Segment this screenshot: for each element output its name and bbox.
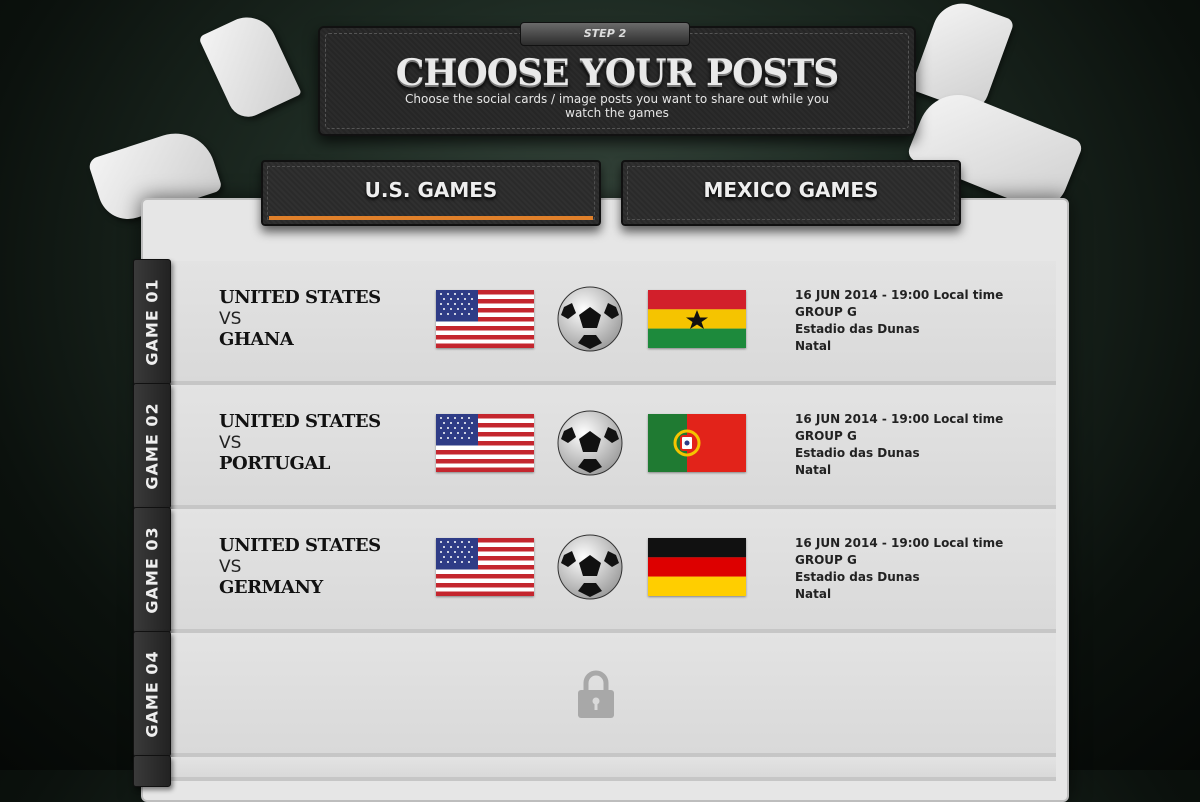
game-tab: GAME 02 [133, 383, 171, 509]
game-row-03[interactable]: GAME 03 UNITED STATES VS GERMANY 16 JUN … [133, 507, 1056, 633]
match-group: GROUP G [795, 429, 857, 443]
match-city: Natal [795, 339, 832, 353]
tab-label: U.S. GAMES [364, 178, 498, 202]
soccer-ball-icon [557, 534, 623, 600]
team-away: PORTUGAL [219, 453, 330, 474]
game-row-01[interactable]: GAME 01 UNITED STATES VS GHANA 16 JUN 20… [133, 259, 1056, 385]
game-tab: GAME 03 [133, 507, 171, 633]
vs-label: VS [219, 557, 242, 577]
team-home: UNITED STATES [219, 411, 381, 432]
page-title: CHOOSE YOUR POSTS [395, 52, 839, 94]
match-stadium: Estadio das Dunas [795, 322, 920, 336]
ghana-flag-icon [648, 290, 746, 348]
vs-label: VS [219, 309, 242, 329]
tab-mexico-games[interactable]: MEXICO GAMES [621, 160, 961, 226]
usa-flag-icon [436, 290, 534, 348]
team-home: UNITED STATES [219, 287, 381, 308]
match-city: Natal [795, 463, 832, 477]
germany-flag-icon [648, 538, 746, 596]
soccer-ball-icon [557, 286, 623, 352]
usa-flag-icon [436, 414, 534, 472]
soccer-ball-icon [557, 410, 623, 476]
match-teams: UNITED STATES VS GHANA [219, 287, 381, 351]
game-row-04-locked: GAME 04 [133, 631, 1056, 757]
game-tab: GAME 04 [133, 631, 171, 757]
game-tab [133, 755, 171, 787]
usa-flag-icon [436, 538, 534, 596]
match-teams: UNITED STATES VS PORTUGAL [219, 411, 381, 475]
vs-label: VS [219, 433, 242, 453]
step-badge: STEP 2 [520, 22, 690, 46]
header-panel: STEP 2 CHOOSE YOUR POSTS Choose the soci… [318, 22, 916, 136]
match-stadium: Estadio das Dunas [795, 446, 920, 460]
match-group: GROUP G [795, 305, 857, 319]
paper-decoration [198, 7, 302, 124]
match-info: 16 JUN 2014 - 19:00 Local time GROUP G E… [795, 287, 1003, 355]
game-tab: GAME 01 [133, 259, 171, 385]
team-away: GHANA [219, 329, 294, 350]
match-stadium: Estadio das Dunas [795, 570, 920, 584]
match-date: 16 JUN 2014 - 19:00 Local time [795, 288, 1004, 302]
match-date: 16 JUN 2014 - 19:00 Local time [795, 536, 1004, 550]
match-info: 16 JUN 2014 - 19:00 Local time GROUP G E… [795, 535, 1003, 603]
active-tab-indicator [269, 216, 593, 220]
game-row-05 [133, 755, 1056, 787]
team-away: GERMANY [219, 577, 323, 598]
match-group: GROUP G [795, 553, 857, 567]
page-subtitle: Choose the social cards / image posts yo… [405, 92, 829, 120]
match-city: Natal [795, 587, 832, 601]
match-info: 16 JUN 2014 - 19:00 Local time GROUP G E… [795, 411, 1003, 479]
portugal-flag-icon [648, 414, 746, 472]
team-home: UNITED STATES [219, 535, 381, 556]
match-date: 16 JUN 2014 - 19:00 Local time [795, 412, 1004, 426]
lock-icon [578, 670, 614, 718]
match-teams: UNITED STATES VS GERMANY [219, 535, 381, 599]
game-row-02[interactable]: GAME 02 UNITED STATES VS PORTUGAL 16 JUN… [133, 383, 1056, 509]
tab-us-games[interactable]: U.S. GAMES [261, 160, 601, 226]
tab-label: MEXICO GAMES [703, 178, 879, 202]
